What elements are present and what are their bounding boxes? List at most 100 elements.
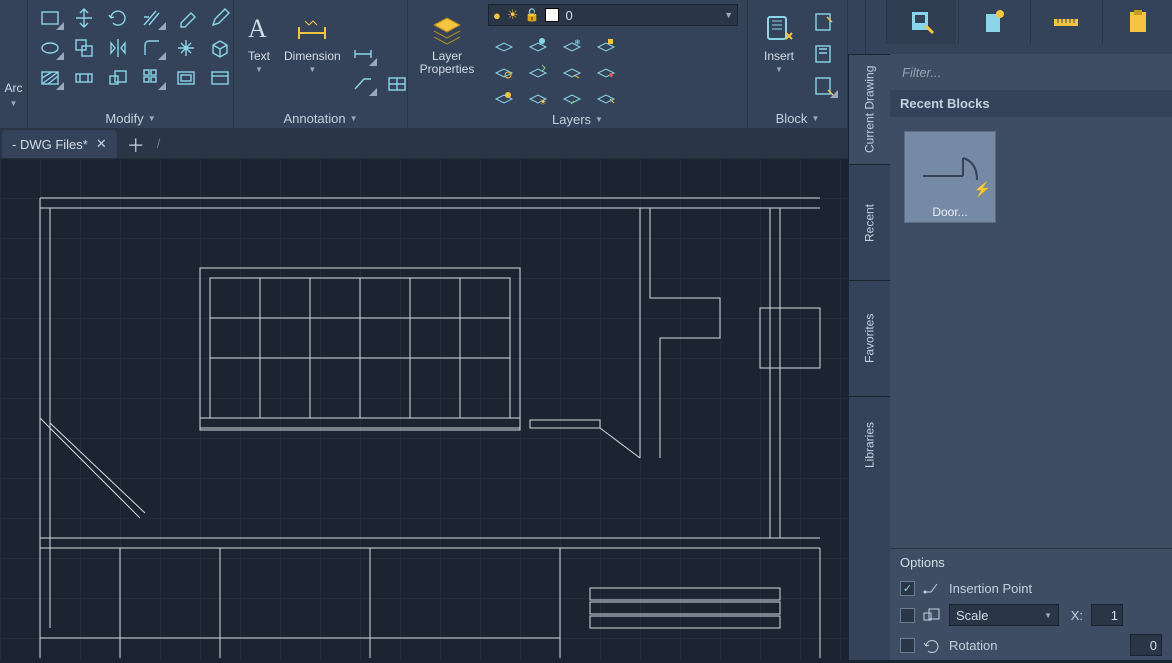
layer-match-icon[interactable] — [488, 60, 520, 84]
layer-lock2-icon[interactable] — [590, 34, 622, 58]
scale-icon[interactable] — [102, 64, 134, 92]
table-icon[interactable] — [381, 70, 413, 98]
insertion-point-icon — [923, 580, 941, 596]
chevron-down-icon: ▼ — [308, 65, 316, 74]
ellipse-icon[interactable] — [34, 34, 66, 62]
layer-states-icon[interactable] — [590, 86, 622, 110]
tab-favorites[interactable]: Favorites — [849, 280, 890, 396]
copy-icon[interactable] — [68, 34, 100, 62]
layer-on-icon[interactable] — [488, 86, 520, 110]
clipboard-icon[interactable] — [1102, 0, 1172, 44]
blocks-side-tabs: Current Drawing Recent Favorites Librari… — [848, 54, 890, 660]
layer-prev-icon[interactable] — [556, 60, 588, 84]
edit-block-icon[interactable] — [808, 40, 840, 68]
annotation-dropdown[interactable]: Annotation▼ — [240, 109, 401, 126]
close-icon[interactable]: ✕ — [96, 136, 107, 152]
add-tab-button[interactable]: ＋ — [123, 132, 149, 158]
scale-x-input[interactable] — [1091, 604, 1123, 626]
text-button[interactable]: A Text ▼ — [240, 4, 278, 109]
layer-combo[interactable]: ● ☀ 🔓 0 ▼ — [488, 4, 738, 26]
unlock-icon: 🔓 — [525, 8, 540, 22]
create-block-icon[interactable] — [808, 8, 840, 36]
svg-text:❄: ❄ — [574, 38, 581, 47]
chevron-down-icon: ▼ — [255, 65, 263, 74]
insertion-label: Insertion Point — [949, 581, 1032, 596]
leader-icon[interactable] — [347, 70, 379, 98]
quick-toolbar — [886, 0, 1172, 44]
rotation-input[interactable] — [1130, 634, 1162, 656]
arc-label[interactable]: Arc — [5, 82, 23, 95]
erase-icon[interactable] — [170, 4, 202, 32]
layer-off-icon[interactable] — [488, 34, 520, 58]
blocks-filter-input[interactable] — [900, 60, 1162, 84]
rotation-checkbox[interactable] — [900, 638, 915, 653]
panel-layers: Layer Properties ● ☀ 🔓 0 ▼ ❄ — [408, 0, 748, 128]
mirror-icon[interactable] — [102, 34, 134, 62]
panel-arc: Arc ▼ — [0, 0, 28, 128]
tool-palette-icon[interactable] — [958, 0, 1028, 44]
chevron-down-icon: ▼ — [350, 114, 358, 123]
array-icon[interactable] — [136, 64, 168, 92]
scale-icon — [923, 607, 941, 623]
insert-button[interactable]: Insert ▼ — [754, 4, 804, 109]
scale-combo[interactable]: Scale▼ — [949, 604, 1059, 626]
chevron-down-icon: ▼ — [10, 99, 18, 108]
rotate-icon[interactable] — [102, 4, 134, 32]
options-head: Options — [890, 549, 1172, 576]
tab-current-drawing[interactable]: Current Drawing — [849, 54, 890, 164]
scale-checkbox[interactable] — [900, 608, 915, 623]
chevron-down-icon: ▼ — [724, 10, 733, 20]
file-tab[interactable]: - DWG Files* ✕ — [2, 130, 117, 158]
panel-annotation: A Text ▼ Dimension ▼ Annotation▼ — [234, 0, 408, 128]
fillet-icon[interactable] — [136, 34, 168, 62]
blocks-panel: Recent Blocks ⚡ Door... Options ✓ Insert… — [890, 54, 1172, 660]
chevron-down-icon: ▼ — [148, 114, 156, 123]
pencil-icon[interactable] — [204, 4, 236, 32]
floor-plan-drawing — [0, 158, 848, 660]
ruler-icon[interactable] — [1030, 0, 1100, 44]
panel-block: Insert ▼ Block▼ — [748, 0, 848, 128]
block-dropdown[interactable]: Block▼ — [754, 109, 841, 126]
layer-properties-button[interactable]: Layer Properties — [414, 4, 480, 110]
drawing-canvas[interactable] — [0, 158, 848, 660]
recent-blocks-head: Recent Blocks — [890, 90, 1172, 117]
rotation-label: Rotation — [949, 638, 997, 653]
svg-text:☀: ☀ — [539, 97, 547, 107]
linear-dim-icon[interactable] — [347, 40, 379, 68]
layer-walk-icon[interactable] — [590, 60, 622, 84]
file-tab-label: - DWG Files* — [12, 137, 88, 152]
layer-thaw-icon[interactable]: ☀ — [522, 86, 554, 110]
insertion-point-checkbox[interactable]: ✓ — [900, 581, 915, 596]
dynamic-block-icon: ⚡ — [974, 181, 991, 198]
sun-icon: ☀ — [507, 7, 519, 23]
properties-icon[interactable] — [204, 64, 236, 92]
rectangle-icon[interactable] — [34, 4, 66, 32]
layer-unlock-icon[interactable] — [556, 86, 588, 110]
layer-lock-icon[interactable]: ❄ — [556, 34, 588, 58]
stretch-icon[interactable] — [68, 64, 100, 92]
layer-iso-icon[interactable] — [522, 60, 554, 84]
dimension-button[interactable]: Dimension ▼ — [284, 4, 341, 109]
blocks-palette-icon[interactable] — [886, 0, 956, 44]
tab-libraries[interactable]: Libraries — [849, 396, 890, 492]
layer-freeze-icon[interactable] — [522, 34, 554, 58]
tab-recent[interactable]: Recent — [849, 164, 890, 280]
edit-attr-icon[interactable] — [808, 72, 840, 100]
lightbulb-icon: ● — [493, 8, 501, 23]
move-icon[interactable] — [68, 4, 100, 32]
box-icon[interactable] — [204, 34, 236, 62]
modify-dropdown[interactable]: Modify▼ — [34, 109, 227, 126]
layer-name: 0 — [565, 8, 572, 23]
layers-dropdown[interactable]: Layers▼ — [414, 110, 741, 127]
svg-text:A: A — [248, 14, 267, 43]
trim-icon[interactable] — [136, 4, 168, 32]
x-label: X: — [1067, 608, 1083, 623]
rotation-icon — [923, 637, 941, 653]
block-thumbnail-door[interactable]: ⚡ Door... — [904, 131, 996, 223]
explode-icon[interactable] — [170, 34, 202, 62]
panel-modify: Modify▼ — [28, 0, 234, 128]
hatch-icon[interactable] — [34, 64, 66, 92]
block-thumb-label: Door... — [905, 202, 995, 222]
chevron-down-icon: ▼ — [595, 115, 603, 124]
offset-icon[interactable] — [170, 64, 202, 92]
